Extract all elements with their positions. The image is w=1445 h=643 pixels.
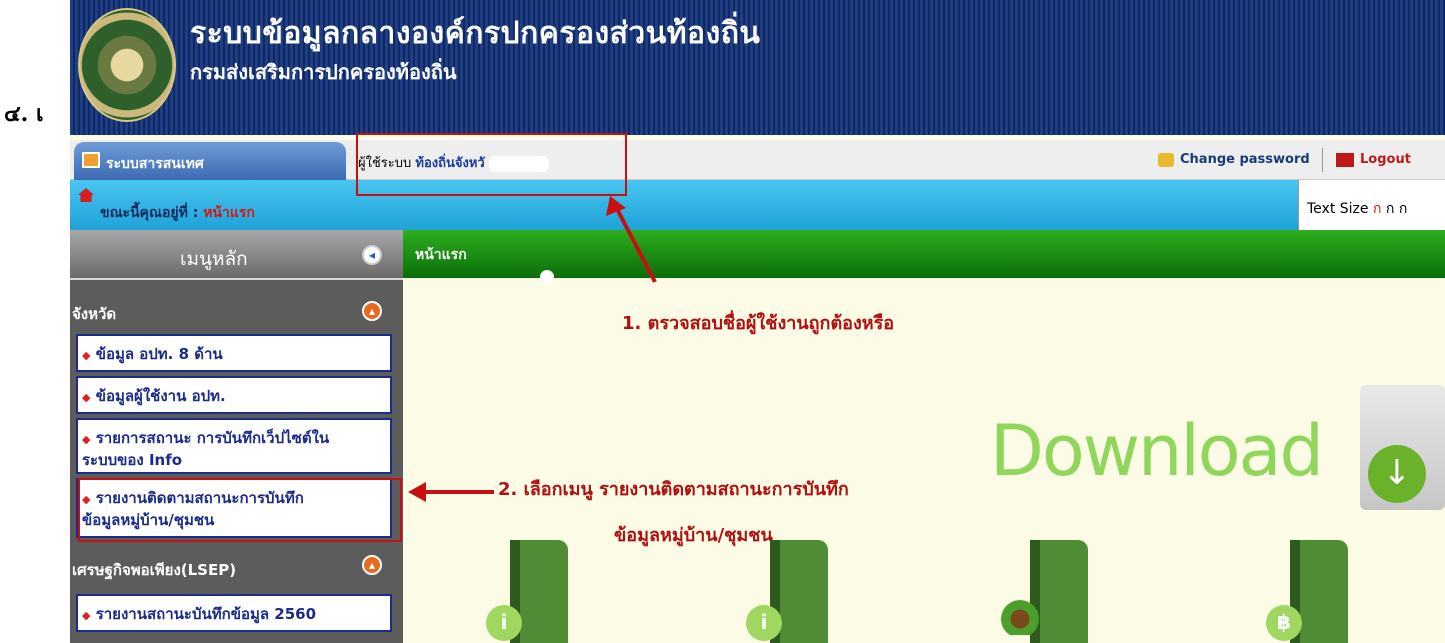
tab-information-system[interactable]: ระบบสารสนเทศ bbox=[74, 142, 346, 180]
highlight-user-name bbox=[356, 133, 627, 196]
highlight-menu-item bbox=[78, 478, 402, 542]
menu-item-lao-users[interactable]: ◆ ข้อมูลผู้ใช้งาน อปท. bbox=[76, 376, 392, 414]
change-password-label: Change password bbox=[1180, 152, 1310, 167]
menu-group-label: จังหวัด bbox=[72, 305, 117, 323]
menu-group-label: เศรษฐกิจพอเพียง(LSEP) bbox=[72, 561, 237, 579]
menu-item-label: รายการสถานะ การบันทึกเว็ปไซต์ใน bbox=[95, 429, 330, 447]
logout-label: Logout bbox=[1360, 152, 1411, 167]
info-badge-icon: i bbox=[486, 605, 522, 641]
text-size-label: Text Size bbox=[1307, 201, 1369, 217]
content-title: หน้าแรก bbox=[415, 247, 467, 263]
palm-tree-icon bbox=[1000, 595, 1040, 635]
annotation-step-2-line2: ข้อมูลหมู่บ้าน/ชุมชน bbox=[614, 525, 773, 546]
menu-item-label: ข้อมูล อปท. 8 ด้าน bbox=[95, 345, 223, 363]
breadcrumb-text: ขณะนี้คุณอยู่ที่ : หน้าแรก bbox=[100, 202, 255, 224]
text-size-small[interactable]: ก bbox=[1373, 201, 1381, 217]
breadcrumb-current[interactable]: หน้าแรก bbox=[203, 205, 255, 221]
decorative-dot bbox=[540, 270, 554, 284]
menu-item-label: ข้อมูลผู้ใช้งาน อปท. bbox=[95, 387, 226, 405]
download-banner[interactable]: Download bbox=[990, 410, 1324, 492]
monitor-icon bbox=[82, 152, 100, 168]
bullet-icon: ◆ bbox=[82, 391, 91, 404]
menu-header: เมนูหลัก ◂ bbox=[70, 230, 403, 280]
department-seal-logo bbox=[78, 8, 176, 122]
document-step-number: ๔. เ bbox=[4, 101, 44, 127]
change-password-link[interactable]: Change password bbox=[1158, 152, 1310, 167]
expand-up-icon[interactable]: ▴ bbox=[362, 301, 382, 321]
lock-icon bbox=[1158, 152, 1174, 167]
breadcrumb-label: ขณะนี้คุณอยู่ที่ : bbox=[100, 205, 199, 221]
info-badge-icon: i bbox=[746, 605, 782, 641]
annotation-step-2: 2. เลือกเมนู รายงานติดตามสถานะการบันทึก bbox=[498, 479, 849, 500]
menu-item-label: รายงานสถานะบันทึกข้อมูล 2560 bbox=[95, 605, 317, 623]
breadcrumb: ขณะนี้คุณอยู่ที่ : หน้าแรก Text Size ก ก… bbox=[70, 180, 1445, 230]
text-size-medium[interactable]: ก bbox=[1386, 201, 1394, 217]
header-banner: ระบบข้อมูลกลางองค์กรปกครองส่วนท้องถิ่น ก… bbox=[70, 0, 1445, 135]
menu-item-label-line2: ระบบของ Info bbox=[82, 451, 183, 469]
menu-item-record-status-2560[interactable]: ◆ รายงานสถานะบันทึกข้อมูล 2560 bbox=[76, 594, 392, 632]
menu-title: เมนูหลัก bbox=[180, 248, 248, 270]
text-size-control: Text Size ก ก ก bbox=[1298, 180, 1445, 230]
site-title: ระบบข้อมูลกลางองค์กรปกครองส่วนท้องถิ่น bbox=[190, 16, 761, 51]
logout-link[interactable]: Logout bbox=[1336, 152, 1411, 167]
home-icon[interactable] bbox=[78, 188, 94, 202]
menu-group-lsep[interactable]: เศรษฐกิจพอเพียง(LSEP) bbox=[70, 548, 403, 588]
app-screenshot: ระบบข้อมูลกลางองค์กรปกครองส่วนท้องถิ่น ก… bbox=[70, 0, 1445, 643]
arrow-head-2 bbox=[408, 482, 426, 502]
baht-badge-icon: ฿ bbox=[1266, 605, 1302, 641]
content-header: หน้าแรก bbox=[403, 230, 1445, 278]
sidebar-menu: เมนูหลัก ◂ จังหวัด ▴ ◆ ข้อมูล อปท. 8 ด้า… bbox=[70, 230, 403, 643]
divider bbox=[1322, 148, 1323, 172]
collapse-menu-icon[interactable]: ◂ bbox=[362, 245, 382, 265]
download-arrow-icon[interactable]: ↓ bbox=[1368, 445, 1426, 503]
bullet-icon: ◆ bbox=[82, 609, 91, 622]
bullet-icon: ◆ bbox=[82, 433, 91, 446]
top-bar: ระบบสารสนเทศ ผู้ใช้ระบบ ท้องถิ่นจังหวั C… bbox=[70, 140, 1445, 180]
tab-label: ระบบสารสนเทศ bbox=[106, 156, 204, 172]
logout-icon bbox=[1336, 152, 1354, 167]
text-size-large[interactable]: ก bbox=[1399, 201, 1407, 217]
annotation-step-1: 1. ตรวจสอบชื่อผู้ใช้งานถูกต้องหรือ bbox=[622, 313, 895, 334]
site-subtitle: กรมส่งเสริมการปกครองท้องถิ่น bbox=[190, 60, 457, 84]
menu-group-province[interactable]: จังหวัด bbox=[70, 292, 403, 332]
bullet-icon: ◆ bbox=[82, 349, 91, 362]
menu-item-website-status[interactable]: ◆ รายการสถานะ การบันทึกเว็ปไซต์ใน ระบบขอ… bbox=[76, 418, 392, 474]
expand-up-icon[interactable]: ▴ bbox=[362, 555, 382, 575]
menu-item-lao-8-aspects[interactable]: ◆ ข้อมูล อปท. 8 ด้าน bbox=[76, 334, 392, 372]
